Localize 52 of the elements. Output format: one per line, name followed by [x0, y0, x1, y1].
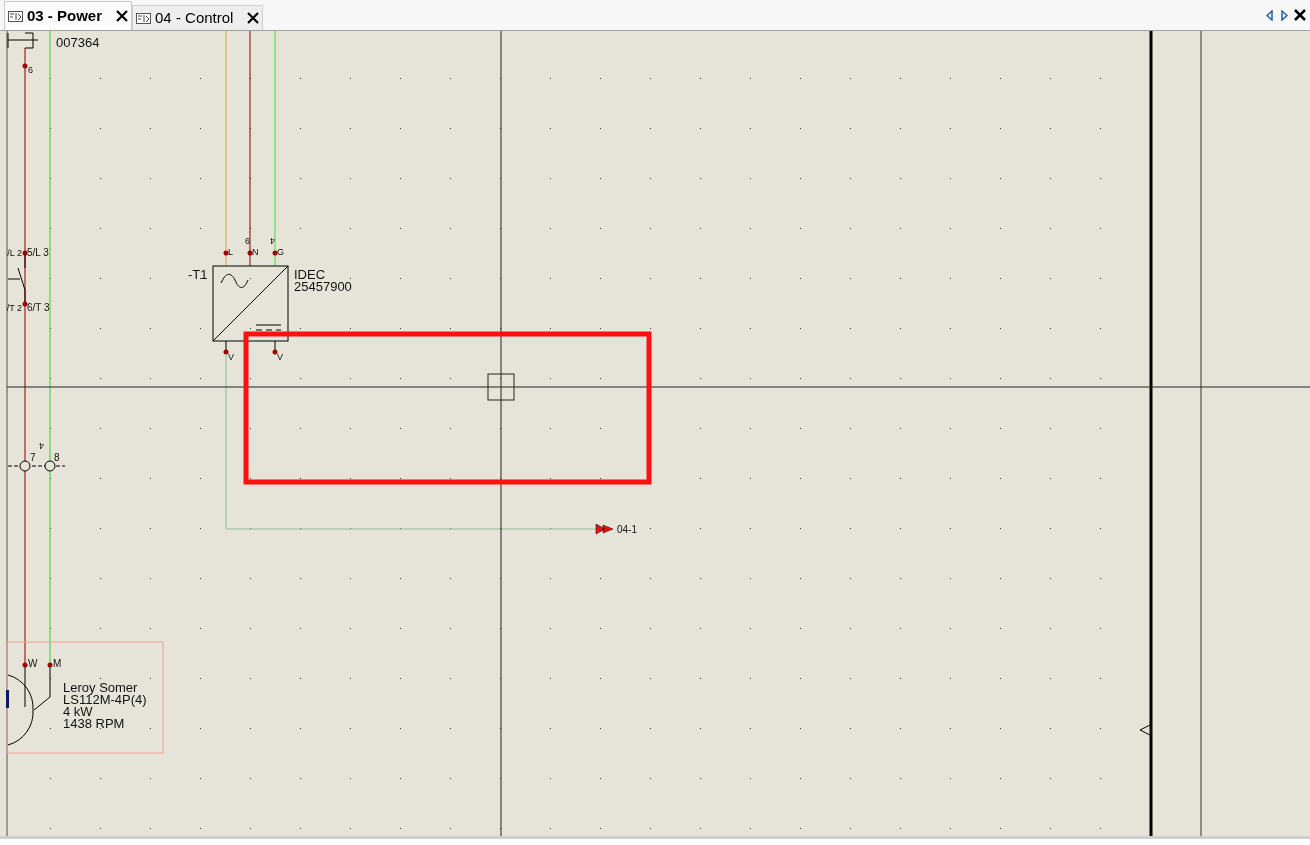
terminal-icon [19, 460, 31, 472]
terminal-label: 6 [28, 65, 33, 75]
part-number: 25457900 [294, 279, 352, 294]
wire-number: 4 [270, 236, 275, 246]
terminal-dot [22, 63, 28, 69]
pin-label: G [277, 247, 284, 257]
terminal-strip-line [7, 465, 66, 467]
terminal-dot [223, 250, 229, 256]
pin-label: N [252, 247, 259, 257]
terminal-label: 5/L 3 [27, 247, 49, 258]
device-tag: -T1 [188, 267, 208, 282]
motor-spec-text: 1438 RPM [63, 716, 125, 731]
terminal-dot [272, 250, 278, 256]
off-page-arrow-icon [595, 523, 614, 535]
motor-spec-text: Leroy Somer [63, 680, 138, 695]
terminal-label: M [53, 658, 62, 669]
document-tab[interactable]: 03 - Power [4, 1, 133, 30]
contact-drawing [7, 32, 39, 49]
terminal-dot [22, 662, 28, 668]
scroll-right-icon[interactable] [1280, 9, 1288, 21]
scroll-left-icon[interactable] [1266, 9, 1274, 21]
pin-label: V [277, 352, 283, 362]
motor-spec-text: 4 kW [63, 704, 93, 719]
terminal-label: /L 2 [7, 248, 22, 258]
terminal-label: 6/T 3 [27, 302, 50, 313]
pin-label: V [228, 352, 234, 362]
terminal-label: 8 [54, 452, 60, 463]
schematic-icon [136, 12, 152, 24]
terminal-dot [247, 250, 253, 256]
terminal-dot [22, 301, 28, 307]
page-reference: 04-1 [617, 524, 637, 535]
close-icon[interactable] [1294, 9, 1306, 21]
terminal-label: 7 [30, 452, 36, 463]
terminal-dot [22, 250, 28, 256]
terminal-icon [44, 460, 56, 472]
cursor-box [487, 373, 515, 401]
terminal-label: /T 2 [6, 303, 22, 313]
marker-icon [1139, 724, 1151, 736]
terminal-dot [223, 349, 229, 355]
terminal-label: W [28, 658, 38, 669]
switch-contact-line [7, 254, 26, 305]
terminal-dot [272, 349, 278, 355]
pin-label: L [228, 247, 233, 257]
close-icon[interactable] [247, 12, 260, 24]
part-number: 007364 [56, 35, 100, 50]
close-icon[interactable] [116, 10, 129, 22]
wire-number: 4 [39, 441, 44, 451]
terminal-dot [47, 662, 53, 668]
schematic-icon [8, 10, 23, 22]
wire-number: 9 [245, 236, 250, 246]
document-tab[interactable]: 04 - Control [132, 5, 264, 30]
manufacturer-label: IDEC [294, 267, 326, 282]
